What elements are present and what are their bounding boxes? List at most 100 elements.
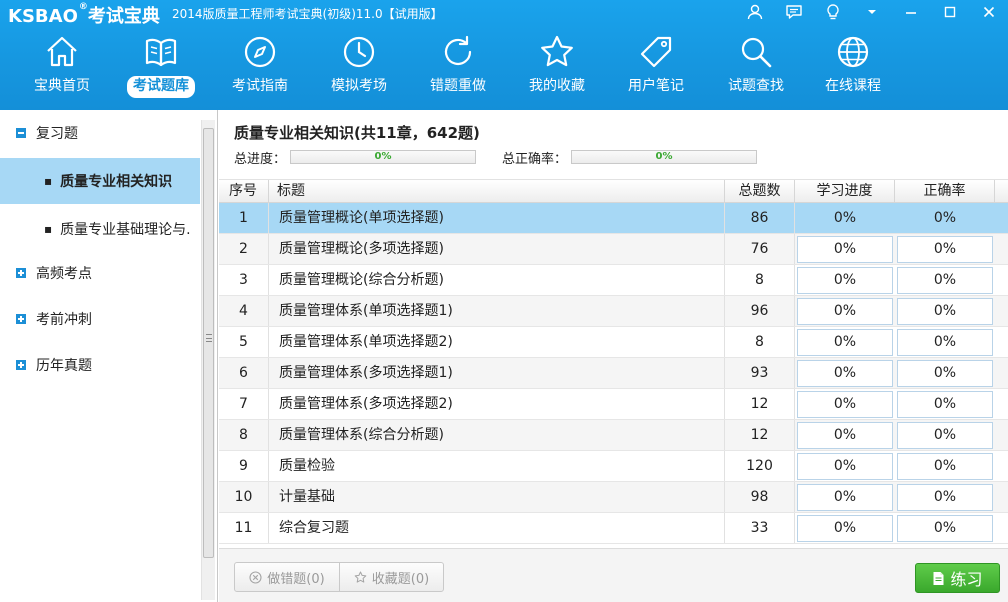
table-row[interactable]: 7 质量管理体系(多项选择题2) 12 0% 0% [219,389,1008,420]
nav-mock-exam[interactable]: 模拟考场 [315,30,403,102]
wrong-circle-icon [249,570,262,584]
nav-search[interactable]: 试题查找 [712,30,800,102]
nav-online-course-label: 在线课程 [825,78,881,94]
row-number: 5 [219,327,269,357]
expand-icon[interactable] [16,268,26,278]
row-number: 2 [219,234,269,264]
tag-icon [612,30,700,74]
row-progress: 0% [797,329,893,356]
sidebar-group-sprint[interactable]: 考前冲刺 [0,306,200,332]
clock-icon [315,30,403,74]
table-row[interactable]: 5 质量管理体系(单项选择题2) 8 0% 0% [219,327,1008,358]
row-title: 质量管理体系(多项选择题1) [269,358,725,388]
dropdown-icon[interactable] [852,0,891,24]
row-total-count: 12 [725,420,795,450]
row-title: 质量管理体系(综合分析题) [269,420,725,450]
row-accuracy: 0% [897,422,993,449]
row-progress: 0% [797,267,893,294]
row-total-count: 76 [725,234,795,264]
minimize-icon[interactable] [891,0,930,24]
row-progress: 0% [797,453,893,480]
sidebar-scroll-thumb[interactable] [203,128,214,558]
total-progress-label: 总进度： [234,151,287,167]
table-row[interactable]: 9 质量检验 120 0% 0% [219,451,1008,482]
user-icon[interactable] [735,0,774,24]
nav-notes[interactable]: 用户笔记 [612,30,700,102]
collapse-icon[interactable] [16,128,26,138]
app-logo: KSBAO®考试宝典 [8,2,160,28]
row-number: 3 [219,265,269,295]
row-progress: 0% [797,515,893,542]
total-accuracy-bar: 0% [571,150,758,164]
row-accuracy: 0% [897,329,993,356]
table-row[interactable]: 11 综合复习题 33 0% 0% [219,513,1008,544]
row-accuracy: 0% [897,267,993,294]
wrong-questions-button[interactable]: 做错题(0) [235,563,339,591]
practice-label: 练习 [950,570,983,589]
table-row[interactable]: 2 质量管理概论(多项选择题) 76 0% 0% [219,234,1008,265]
sidebar-item-related-knowledge[interactable]: ▪ 质量专业相关知识 [0,158,200,204]
column-header-progress[interactable]: 学习进度 [795,180,895,204]
favorite-questions-button[interactable]: 收藏题(0) [339,563,443,591]
total-progress-value: 0% [374,151,392,162]
sidebar-group-review[interactable]: 复习题 [0,120,200,146]
row-number: 10 [219,482,269,512]
nav-redo-wrong[interactable]: 错题重做 [414,30,502,102]
sidebar-group-label: 复习题 [36,126,78,142]
row-title: 计量基础 [269,482,725,512]
table-row[interactable]: 10 计量基础 98 0% 0% [219,482,1008,513]
nav-mock-exam-label: 模拟考场 [331,78,387,94]
row-title: 质量管理概论(综合分析题) [269,265,725,295]
total-accuracy-label: 总正确率： [502,151,568,167]
message-icon[interactable] [774,0,813,24]
nav-home[interactable]: 宝典首页 [18,30,106,102]
maximize-icon[interactable] [930,0,969,24]
window-title: 2014版质量工程师考试宝典(初级)11.0【试用版】 [172,7,443,21]
expand-icon[interactable] [16,314,26,324]
column-header-no[interactable]: 序号 [219,180,269,204]
row-accuracy: 0% [897,360,993,387]
table-row[interactable]: 4 质量管理体系(单项选择题1) 96 0% 0% [219,296,1008,327]
search-icon [712,30,800,74]
practice-button[interactable]: 练习 [915,563,1000,593]
row-accuracy: 0% [897,298,993,325]
column-header-total[interactable]: 总题数 [725,180,795,204]
column-header-accuracy[interactable]: 正确率 [895,180,995,204]
row-number: 11 [219,513,269,543]
document-icon [933,571,944,585]
sidebar-scrollbar[interactable] [201,120,215,600]
row-title: 质量检验 [269,451,725,481]
row-number: 6 [219,358,269,388]
row-total-count: 96 [725,296,795,326]
nav-question-bank[interactable]: 考试题库 [117,30,205,102]
sidebar-group-hot-points[interactable]: 高频考点 [0,260,200,286]
row-total-count: 86 [725,203,795,233]
row-number: 7 [219,389,269,419]
total-accuracy: 总正确率： 0% [502,149,758,167]
title-bar: KSBAO®考试宝典 2014版质量工程师考试宝典(初级)11.0【试用版】 [0,0,1008,28]
nav-exam-guide[interactable]: 考试指南 [216,30,304,102]
column-header-title[interactable]: 标题 [269,180,725,204]
sidebar-item-label: 质量专业基础理论与. [60,222,191,238]
total-accuracy-value: 0% [655,151,673,162]
logo-text: KSBAO [8,6,78,27]
table-row[interactable]: 8 质量管理体系(综合分析题) 12 0% 0% [219,420,1008,451]
sidebar-group-past-exams[interactable]: 历年真题 [0,352,200,378]
sidebar-item-basic-theory[interactable]: ▪ 质量专业基础理论与. [0,206,200,252]
row-number: 1 [219,203,269,233]
nav-exam-guide-label: 考试指南 [232,78,288,94]
row-number: 9 [219,451,269,481]
bullet-icon: ▪ [44,222,53,236]
table-row[interactable]: 1 质量管理概论(单项选择题) 86 0% 0% [219,203,1008,234]
expand-icon[interactable] [16,360,26,370]
table-row[interactable]: 6 质量管理体系(多项选择题1) 93 0% 0% [219,358,1008,389]
lightbulb-icon[interactable] [813,0,852,24]
table-row[interactable]: 3 质量管理概论(综合分析题) 8 0% 0% [219,265,1008,296]
refresh-icon [414,30,502,74]
sidebar-item-label: 质量专业相关知识 [60,174,173,190]
globe-icon [809,30,897,74]
nav-online-course[interactable]: 在线课程 [809,30,897,102]
close-icon[interactable] [969,0,1008,24]
nav-favorites[interactable]: 我的收藏 [513,30,601,102]
wrong-questions-label: 做错题(0) [267,571,325,587]
